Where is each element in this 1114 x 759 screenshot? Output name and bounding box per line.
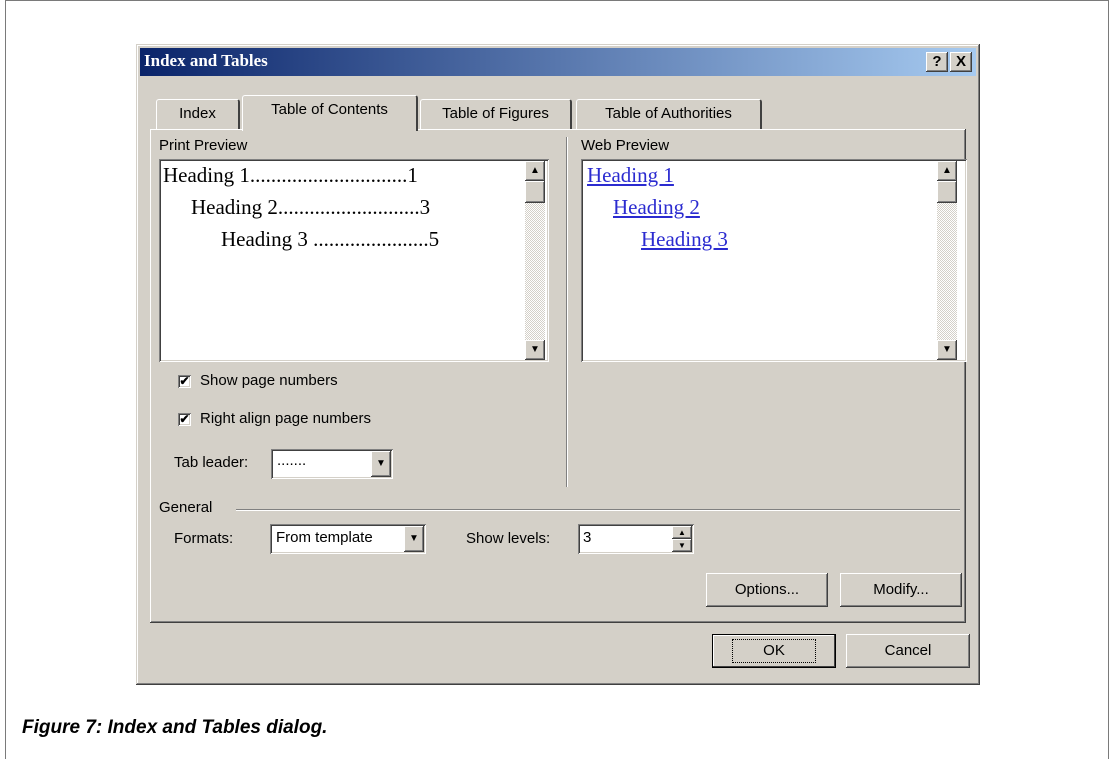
options-button[interactable]: Options... bbox=[706, 573, 828, 607]
help-icon: ? bbox=[932, 53, 942, 70]
vertical-divider bbox=[566, 137, 568, 487]
formats-value: From template bbox=[276, 529, 373, 546]
tab-index[interactable]: Index bbox=[156, 99, 240, 129]
tab-leader-label: Tab leader: bbox=[174, 454, 249, 471]
tab-table-of-contents-label: Table of Contents bbox=[271, 101, 388, 118]
show-levels-label: Show levels: bbox=[466, 530, 551, 547]
tab-panel: Print Preview Heading 1.................… bbox=[150, 129, 967, 623]
close-icon: X bbox=[955, 53, 966, 70]
tab-leader-dropdown[interactable]: ....... ▼ bbox=[271, 449, 393, 479]
show-levels-input[interactable]: 3 ▲ ▼ bbox=[578, 524, 694, 554]
scroll-thumb[interactable] bbox=[525, 181, 545, 203]
close-button[interactable]: X bbox=[950, 52, 972, 72]
print-preview-label: Print Preview bbox=[159, 137, 248, 154]
tab-index-label: Index bbox=[179, 105, 216, 122]
tab-table-of-authorities-label: Table of Authorities bbox=[605, 105, 732, 122]
index-and-tables-dialog: Index and Tables ? X Index Table of Cont… bbox=[136, 44, 980, 685]
show-page-numbers-label: Show page numbers bbox=[200, 372, 338, 389]
web-preview-link-2[interactable]: Heading 2 bbox=[613, 195, 700, 220]
web-preview-scrollbar[interactable]: ▲ ▼ bbox=[937, 161, 957, 360]
tab-table-of-figures[interactable]: Table of Figures bbox=[420, 99, 572, 129]
scroll-up-icon[interactable]: ▲ bbox=[525, 161, 545, 181]
show-page-numbers-checkbox[interactable]: ✔ bbox=[178, 375, 191, 388]
dialog-title: Index and Tables bbox=[144, 51, 268, 70]
scroll-up-icon[interactable]: ▲ bbox=[937, 161, 957, 181]
formats-dropdown[interactable]: From template ▼ bbox=[270, 524, 426, 554]
ok-button[interactable]: OK bbox=[712, 634, 836, 668]
print-preview-box: Heading 1..............................1… bbox=[159, 159, 549, 362]
print-preview-line-1: Heading 1..............................1 bbox=[163, 163, 418, 187]
scroll-down-icon[interactable]: ▼ bbox=[937, 340, 957, 360]
web-preview-link-3[interactable]: Heading 3 bbox=[641, 227, 728, 252]
print-preview-line-3: Heading 3 ......................5 bbox=[221, 227, 440, 251]
chevron-down-icon[interactable]: ▼ bbox=[371, 451, 391, 477]
ok-button-label: OK bbox=[732, 639, 816, 663]
right-align-checkbox[interactable]: ✔ bbox=[178, 413, 191, 426]
tab-leader-value: ....... bbox=[277, 452, 307, 469]
print-preview-line-2: Heading 2...........................3 bbox=[191, 195, 431, 219]
tab-table-of-figures-label: Table of Figures bbox=[442, 105, 549, 122]
print-preview-scrollbar[interactable]: ▲ ▼ bbox=[525, 161, 545, 360]
right-align-label: Right align page numbers bbox=[200, 410, 371, 427]
scroll-down-icon[interactable]: ▼ bbox=[525, 340, 545, 360]
tab-table-of-authorities[interactable]: Table of Authorities bbox=[576, 99, 762, 129]
cancel-button[interactable]: Cancel bbox=[846, 634, 970, 668]
general-label: General bbox=[159, 499, 213, 516]
title-bar[interactable]: Index and Tables ? X bbox=[140, 48, 976, 76]
general-group-line bbox=[236, 509, 960, 511]
web-preview-label: Web Preview bbox=[581, 137, 670, 154]
figure-caption: Figure 7: Index and Tables dialog. bbox=[22, 717, 328, 738]
chevron-down-icon[interactable]: ▼ bbox=[404, 526, 424, 552]
spin-up-icon[interactable]: ▲ bbox=[672, 526, 692, 539]
help-button[interactable]: ? bbox=[926, 52, 948, 72]
spin-down-icon[interactable]: ▼ bbox=[672, 539, 692, 552]
web-preview-box: Heading 1 Heading 2 Heading 3 ▲ ▼ bbox=[581, 159, 967, 362]
modify-button[interactable]: Modify... bbox=[840, 573, 962, 607]
web-preview-link-1[interactable]: Heading 1 bbox=[587, 163, 674, 188]
show-levels-value: 3 bbox=[583, 529, 592, 546]
tab-table-of-contents[interactable]: Table of Contents bbox=[242, 95, 418, 131]
scroll-thumb[interactable] bbox=[937, 181, 957, 203]
formats-label: Formats: bbox=[174, 530, 234, 547]
